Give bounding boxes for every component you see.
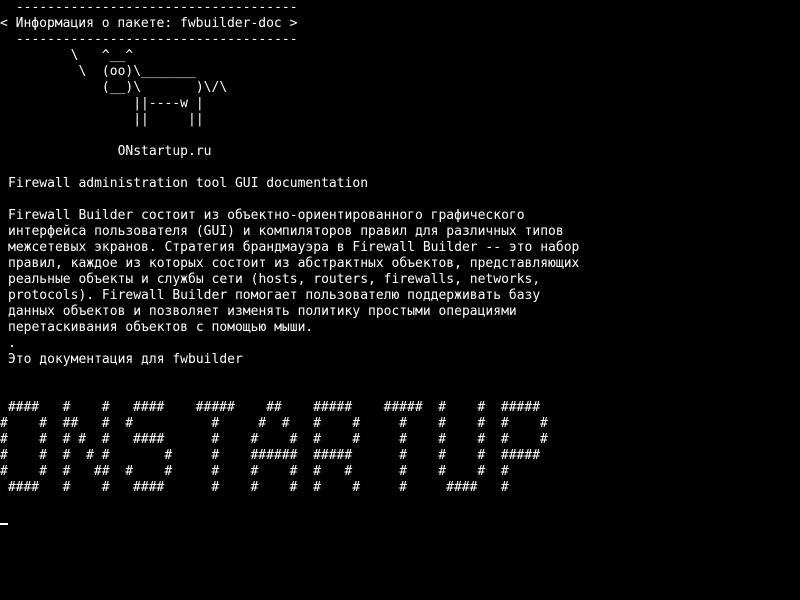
cowsay-border-top: ------------------------------------ bbox=[8, 0, 298, 15]
banner-line: # # # ## # # # # # # # # # # # bbox=[0, 464, 509, 479]
description-line: правил, каждое из которых состоит из абс… bbox=[8, 256, 580, 271]
cowsay-message: < Информация о пакете: fwbuilder-doc > bbox=[0, 16, 298, 31]
banner-line: #### # # #### ##### ## ##### ##### # # #… bbox=[0, 400, 541, 415]
cow-art-line: \ ^__^ bbox=[8, 48, 134, 63]
cow-art-line: || || bbox=[8, 112, 204, 127]
banner-line: # # # # # #### # # # # # # # # # # bbox=[0, 432, 548, 447]
description-line: Это документация для fwbuilder bbox=[8, 352, 243, 367]
package-summary: Firewall administration tool GUI documen… bbox=[8, 176, 369, 191]
description-line: Firewall Builder состоит из объектно-ори… bbox=[8, 208, 525, 223]
description-line: . bbox=[8, 336, 16, 351]
description-line: protocols). Firewall Builder помогает по… bbox=[8, 288, 541, 303]
description-line: перетаскивания объектов с помощью мыши. bbox=[8, 320, 314, 335]
cow-art-line: ||----w | bbox=[8, 96, 204, 111]
cowsay-border-bottom: ------------------------------------ bbox=[8, 32, 298, 47]
banner-line: # # # # # # # ###### ##### # # # ##### bbox=[0, 448, 541, 463]
site-label: ONstartup.ru bbox=[8, 144, 212, 159]
description-line: реальные объекты и службы сети (hosts, r… bbox=[8, 272, 541, 287]
description-line: данных объектов и позволяет изменять пол… bbox=[8, 304, 517, 319]
description-line: межсетевых экранов. Стратегия брандмауэр… bbox=[8, 240, 580, 255]
description-line: интерфейса пользователя (GUI) и компилят… bbox=[8, 224, 564, 239]
banner-line: # # ## # # # # # # # # # # # # bbox=[0, 416, 548, 431]
text-cursor bbox=[0, 523, 8, 525]
banner-line: #### # # #### # # # # # # #### # bbox=[0, 480, 509, 495]
cow-art-line: \ (oo)\_______ bbox=[8, 64, 196, 79]
cow-art-line: (__)\ )\/\ bbox=[8, 80, 228, 95]
terminal-screen[interactable]: ------------------------------------ < И… bbox=[0, 0, 800, 600]
